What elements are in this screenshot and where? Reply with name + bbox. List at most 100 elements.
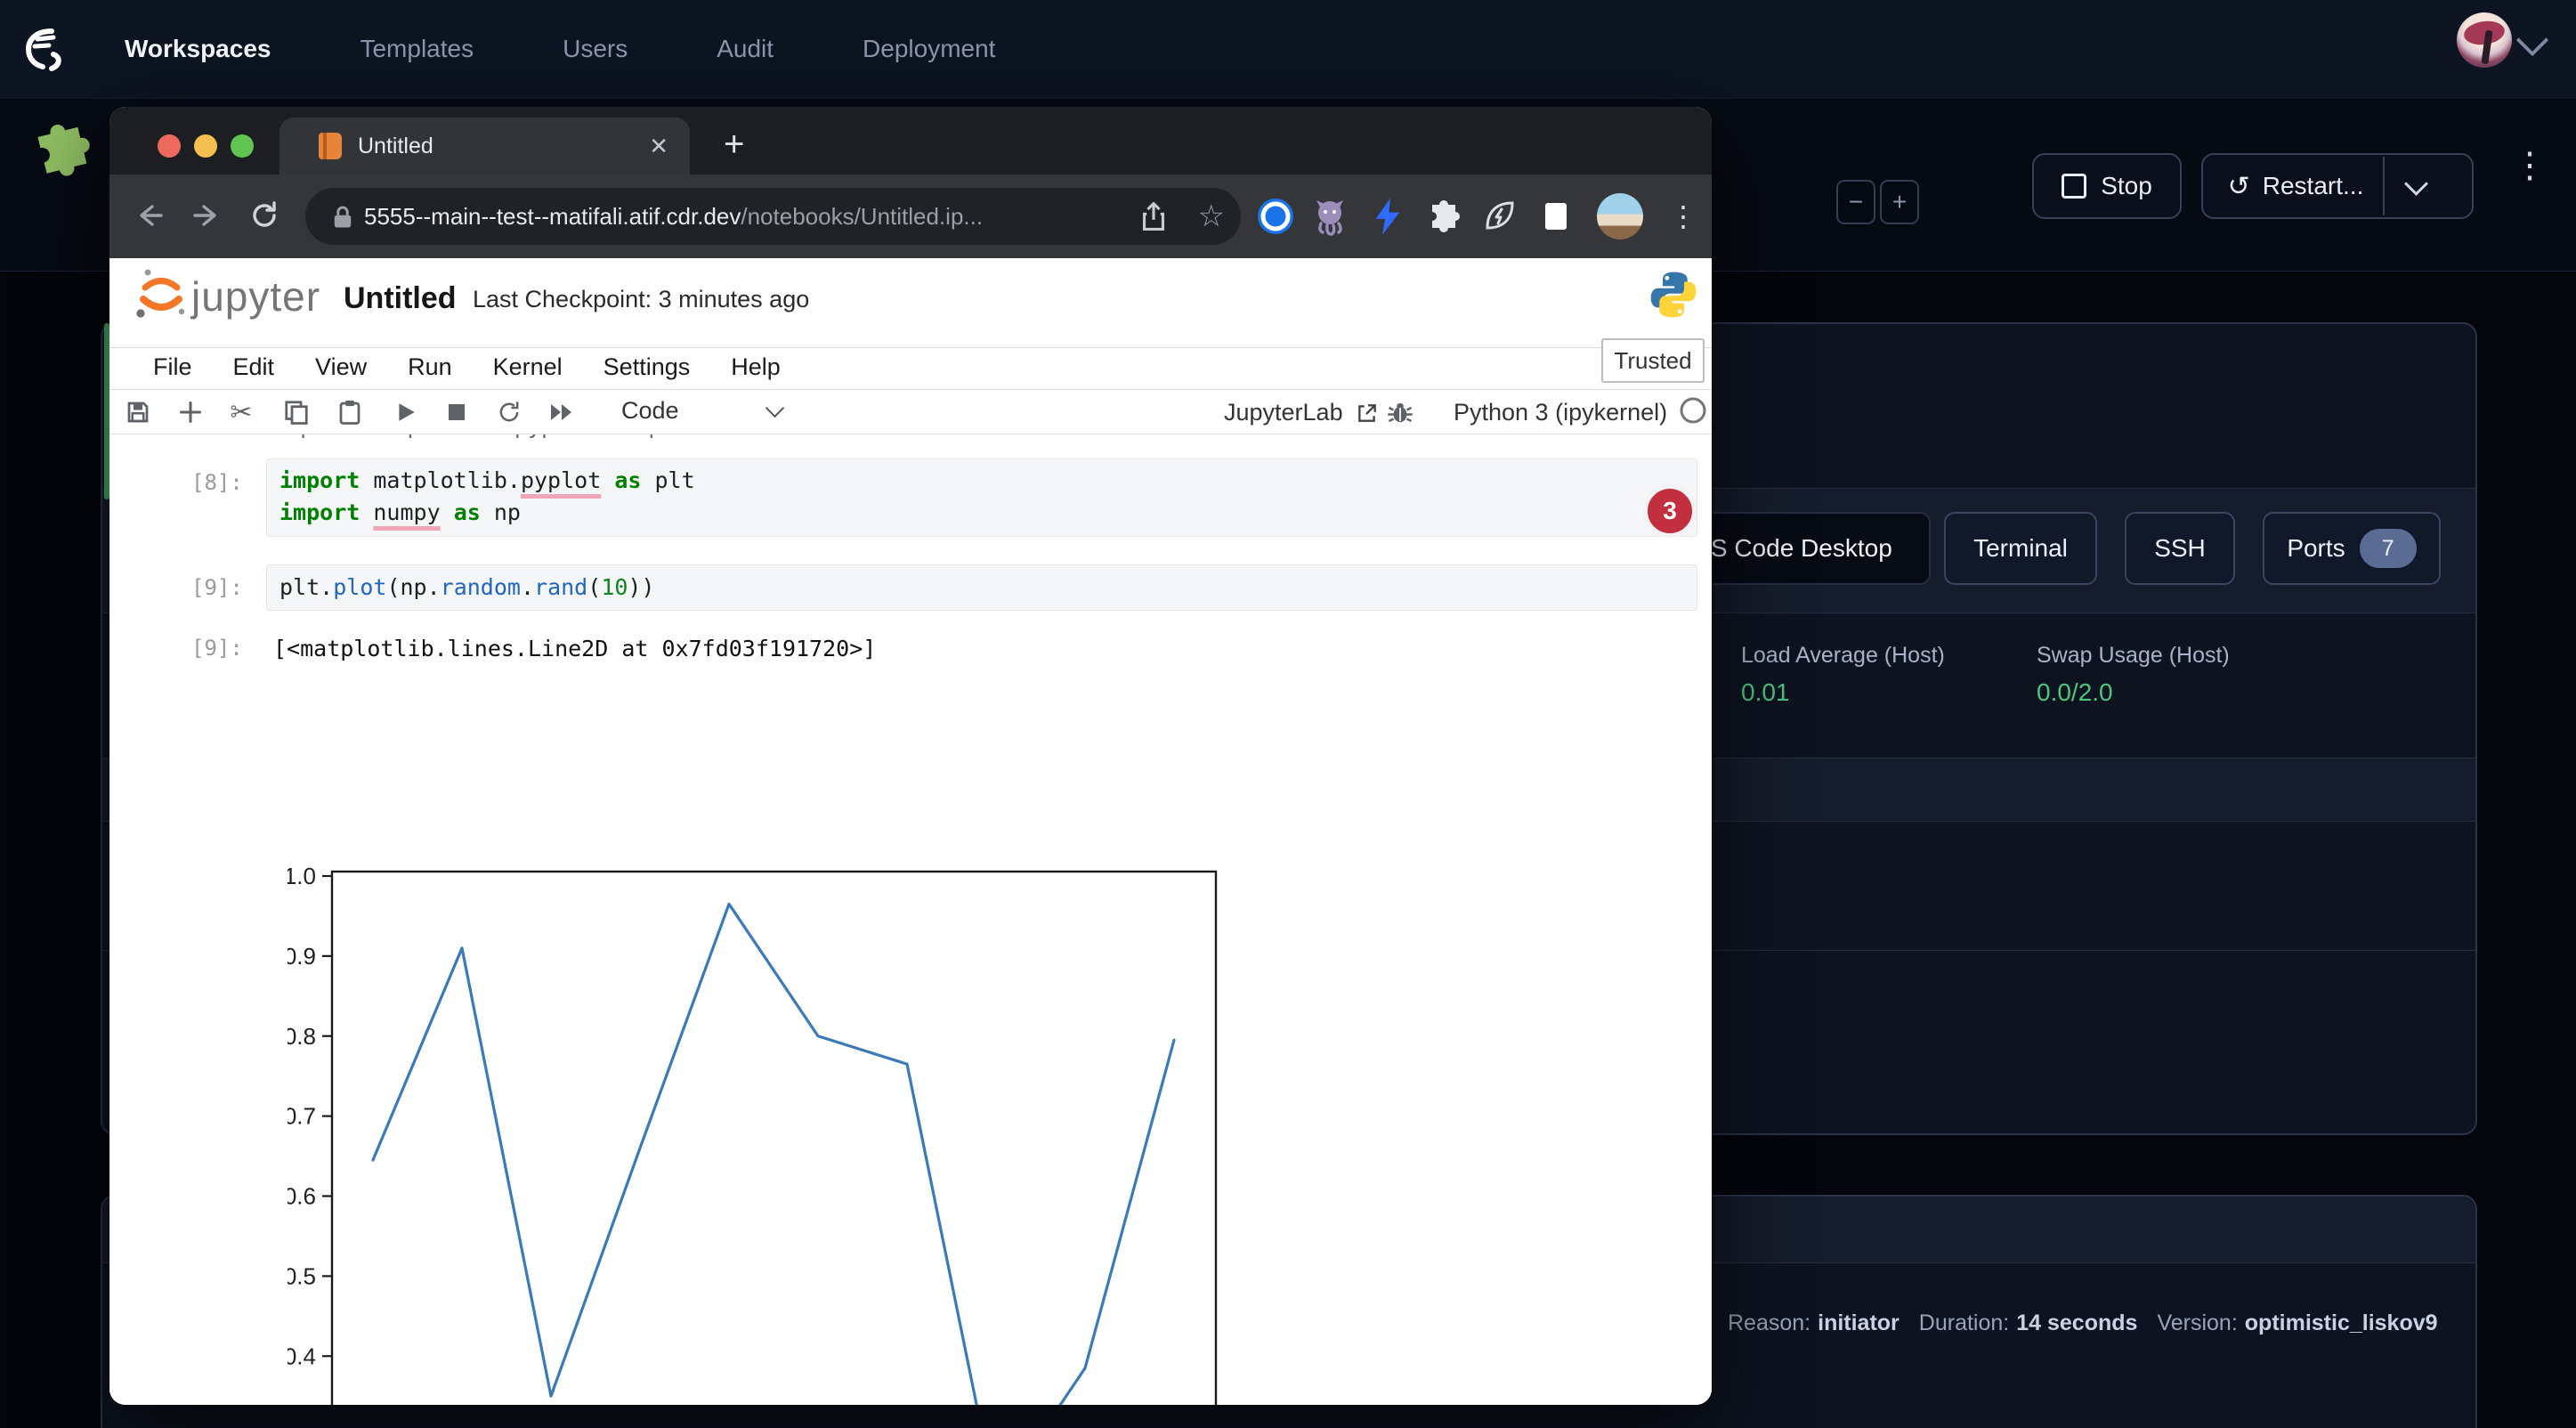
stop-workspace-button[interactable]: Stop — [2032, 153, 2182, 219]
jupyter-wordmark: jupyter — [191, 272, 320, 320]
zoom-out-button[interactable]: − — [1836, 180, 1875, 224]
interrupt-kernel-button[interactable] — [439, 395, 474, 429]
tab-close-icon[interactable]: ✕ — [649, 133, 668, 160]
restart-workspace-button[interactable]: ↺ Restart... — [2201, 153, 2474, 219]
lightning-extension-icon[interactable] — [1367, 196, 1408, 237]
svg-text:0.5: 0.5 — [288, 1262, 316, 1289]
menu-settings[interactable]: Settings — [603, 353, 691, 381]
ssh-button[interactable]: SSH — [2125, 512, 2235, 585]
build-version-label: Version: — [2157, 1310, 2237, 1336]
restart-kernel-button[interactable] — [491, 395, 527, 429]
menu-run[interactable]: Run — [408, 353, 452, 381]
leaf-extension-icon[interactable] — [1478, 196, 1519, 237]
menu-view[interactable]: View — [315, 353, 367, 381]
screen: Workspaces Templates Users Audit Deploym… — [0, 0, 2576, 1428]
nav-item-deployment[interactable]: Deployment — [863, 35, 995, 63]
stop-icon — [2062, 174, 2086, 199]
browser-menu-button[interactable]: ⋮ — [1663, 196, 1704, 237]
restart-options-button[interactable] — [2385, 181, 2447, 192]
load-average-value: 0.01 — [1741, 678, 1790, 707]
terminal-button[interactable]: Terminal — [1944, 512, 2097, 585]
clipped-cell-remnant: import matplotlib.pyplot as plt — [273, 434, 689, 447]
cut-cell-button[interactable]: ✂ — [223, 395, 259, 429]
nav-item-templates[interactable]: Templates — [360, 35, 474, 63]
new-tab-button[interactable]: + — [724, 128, 744, 160]
open-jupyterlab-link[interactable]: JupyterLab — [1224, 399, 1379, 426]
nav-item-audit[interactable]: Audit — [717, 35, 774, 63]
run-all-button[interactable] — [544, 395, 579, 429]
save-button[interactable] — [120, 395, 156, 429]
code-cell-8[interactable]: import matplotlib.pyplot as plt import n… — [266, 458, 1697, 537]
zoom-in-button[interactable]: + — [1880, 180, 1919, 224]
code-cell-9[interactable]: plt.plot(np.random.rand(10)) — [266, 564, 1697, 611]
browser-tab-strip: Untitled ✕ + — [109, 107, 1712, 174]
menu-file[interactable]: File — [153, 353, 192, 381]
workspace-menu-button[interactable]: ⋮ — [2512, 157, 2548, 174]
tab-title: Untitled — [358, 134, 649, 159]
checkpoint-status: Last Checkpoint: 3 minutes ago — [473, 286, 809, 313]
svg-text:0.4: 0.4 — [288, 1343, 316, 1369]
github-extension-icon[interactable] — [1309, 196, 1350, 237]
jupyter-menubar: File Edit View Run Kernel Settings Help — [153, 353, 781, 381]
onepassword-extension-icon[interactable] — [1255, 196, 1296, 237]
chevron-down-icon[interactable] — [2516, 24, 2549, 57]
svg-text:0.8: 0.8 — [288, 1023, 316, 1050]
ports-button[interactable]: Ports 7 — [2263, 512, 2441, 585]
paste-cell-button[interactable] — [332, 395, 368, 429]
nav-item-users[interactable]: Users — [563, 35, 628, 63]
load-average-label: Load Average (Host) — [1741, 643, 1945, 669]
build-reason-value: initiator — [1818, 1310, 1900, 1336]
external-link-icon — [1356, 402, 1379, 425]
url-text: 5555--main--test--matifali.atif.cdr.dev/… — [364, 203, 983, 231]
kernel-name[interactable]: Python 3 (ipykernel) — [1454, 399, 1667, 426]
header-divider — [109, 347, 1712, 348]
cell-prompt: [9]: — [191, 575, 243, 600]
coder-logo[interactable] — [20, 24, 66, 74]
run-cell-button[interactable] — [388, 395, 424, 429]
bookmark-star-icon[interactable]: ☆ — [1198, 199, 1225, 234]
build-reason-label: Reason: — [1728, 1310, 1810, 1336]
address-bar[interactable]: 5555--main--test--matifali.atif.cdr.dev/… — [305, 188, 1241, 245]
back-button[interactable] — [133, 199, 165, 231]
build-version-value[interactable]: optimistic_liskov9 — [2245, 1310, 2438, 1336]
share-icon[interactable] — [1139, 201, 1168, 231]
notebook-area: import matplotlib.pyplot as plt [8]: imp… — [109, 434, 1712, 1405]
cell-prompt: [8]: — [191, 470, 243, 495]
restart-icon: ↺ — [2228, 171, 2250, 202]
workspace-puzzle-icon — [21, 116, 99, 185]
menu-kernel[interactable]: Kernel — [493, 353, 563, 381]
notebook-title[interactable]: Untitled — [344, 281, 457, 316]
copy-cell-button[interactable] — [279, 395, 314, 429]
svg-text:0.9: 0.9 — [288, 943, 316, 970]
build-info-row: Reason: initiator Duration: 14 seconds V… — [1728, 1310, 2450, 1336]
browser-profile-avatar[interactable] — [1597, 193, 1643, 239]
jupyter-page: jupyter Untitled Last Checkpoint: 3 minu… — [109, 258, 1712, 1405]
window-close-button[interactable] — [158, 134, 181, 158]
url-path: /notebooks/Untitled.ip... — [741, 203, 983, 230]
browser-toolbar: 5555--main--test--matifali.atif.cdr.dev/… — [109, 174, 1712, 258]
user-avatar[interactable] — [2457, 12, 2512, 68]
trusted-button[interactable]: Trusted — [1601, 338, 1705, 383]
output-text: [<matplotlib.lines.Line2D at 0x7fd03f191… — [273, 636, 876, 661]
add-cell-button[interactable] — [173, 395, 208, 429]
menu-edit[interactable]: Edit — [233, 353, 275, 381]
chevron-down-icon — [765, 399, 783, 418]
extensions-puzzle-icon[interactable] — [1422, 196, 1463, 237]
code-line: import numpy as np — [267, 497, 1697, 529]
sidepanel-extension-icon[interactable] — [1535, 196, 1576, 237]
reload-button[interactable] — [248, 199, 280, 231]
window-zoom-button[interactable] — [231, 134, 254, 158]
output-prompt: [9]: — [191, 636, 243, 661]
forward-button[interactable] — [191, 199, 223, 231]
debugger-bug-icon[interactable] — [1382, 395, 1418, 429]
browser-tab[interactable]: Untitled ✕ — [279, 118, 690, 174]
cell-type-dropdown[interactable]: Code — [621, 397, 782, 425]
menu-help[interactable]: Help — [731, 353, 781, 381]
notification-count-badge[interactable]: 3 — [1643, 484, 1697, 538]
jupyter-toolbar: ✂ Code — [109, 390, 1712, 434]
chevron-down-icon — [2404, 172, 2428, 196]
window-minimize-button[interactable] — [194, 134, 217, 158]
build-duration-label: Duration: — [1919, 1310, 2009, 1336]
nav-item-workspaces[interactable]: Workspaces — [125, 35, 271, 63]
swap-usage-label: Swap Usage (Host) — [2037, 643, 2230, 669]
